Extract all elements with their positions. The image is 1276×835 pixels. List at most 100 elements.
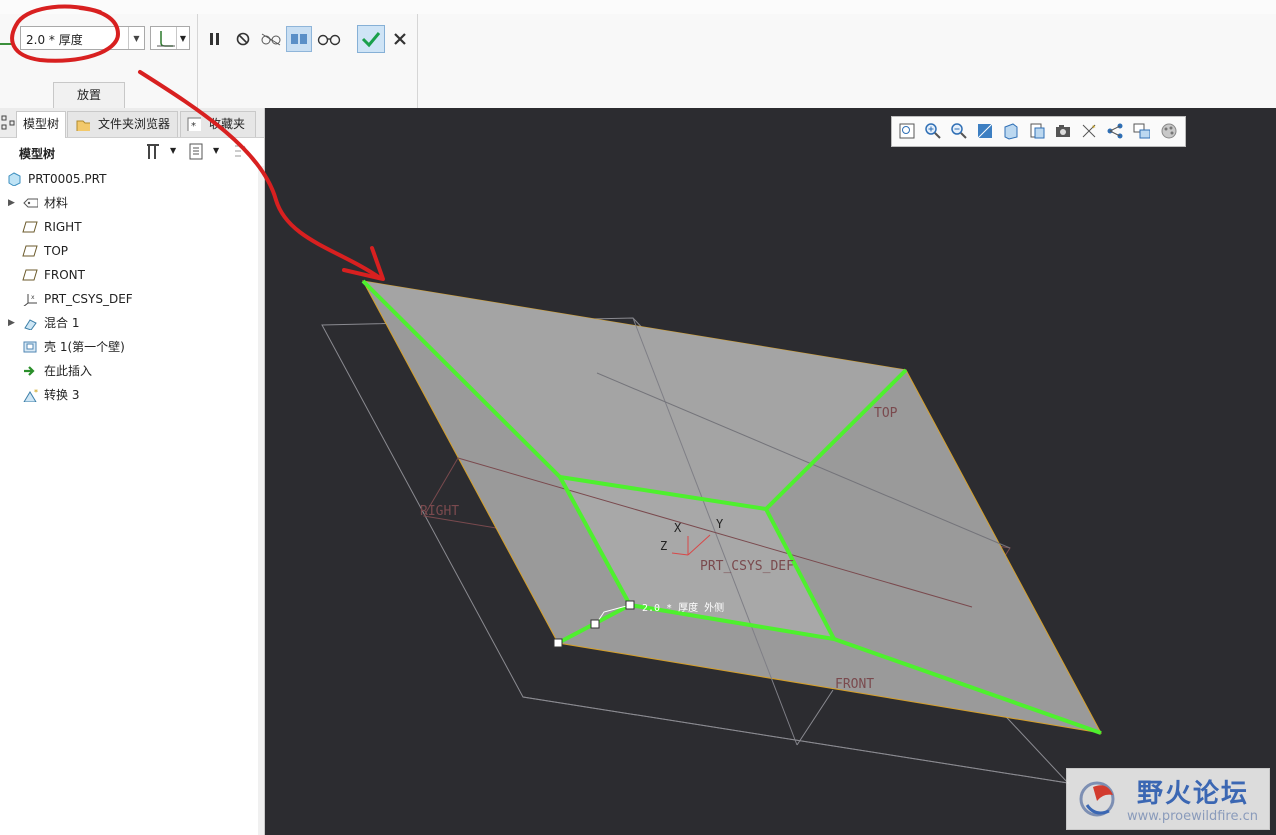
tree-item-front[interactable]: FRONT (0, 264, 262, 286)
chevron-down-icon[interactable]: ▼ (176, 27, 189, 49)
verify-preview-button[interactable] (316, 26, 342, 52)
zoom-in-icon[interactable] (924, 122, 942, 140)
tree-item-shell[interactable]: 壳 1(第一个壁) (0, 336, 262, 358)
thickness-dimension-label[interactable]: 2.0 * 厚度 外侧 (642, 601, 724, 614)
tab-label: 模型树 (23, 117, 60, 131)
drag-handle[interactable] (625, 600, 635, 610)
watermark-title: 野火论坛 (1137, 779, 1250, 809)
filter-icon[interactable] (232, 142, 254, 162)
zoom-out-icon[interactable] (950, 122, 968, 140)
separate-preview-button[interactable] (258, 26, 284, 52)
axis-label-z: Z (660, 539, 667, 553)
shell-icon (23, 341, 37, 353)
attached-preview-button[interactable] (286, 26, 312, 52)
close-icon (394, 33, 406, 45)
tree-item-label: 壳 1(第一个壁) (44, 340, 125, 354)
glasses-icon (317, 34, 341, 46)
ribbon-title-strip (0, 0, 1276, 14)
thickness-value: 2.0 * 厚度 (26, 33, 83, 47)
part-icon (8, 172, 21, 186)
datum-label-front: FRONT (835, 677, 874, 692)
tab-folder-browser[interactable]: 文件夹浏览器 (67, 111, 178, 137)
drag-handle[interactable] (590, 619, 600, 629)
chevron-down-icon[interactable]: ▼ (213, 146, 219, 155)
csys-icon: x (23, 294, 37, 306)
svg-text:*: * (1092, 124, 1096, 132)
tree-item-insert-here[interactable]: 在此插入 (0, 360, 262, 382)
csys-label: PRT_CSYS_DEF (700, 559, 794, 574)
preview-model-icon (291, 34, 307, 44)
watermark-url: www.proewildfire.cn (1127, 809, 1258, 824)
tree-item-convert[interactable]: * 转换 3 (0, 384, 262, 406)
tree-item-material[interactable]: ▶ 材料 (0, 192, 262, 214)
checkmark-icon (361, 32, 381, 48)
pause-button[interactable] (202, 26, 228, 52)
pause-icon (210, 33, 219, 45)
model-scene: X Y Z TOP RIGHT FRONT PRT_CSYS_DEF 2.0 *… (321, 279, 1102, 784)
preview-outline-icon (261, 33, 281, 46)
tree-item-right[interactable]: RIGHT (0, 216, 262, 238)
tab-model-tree[interactable]: 模型树 (16, 111, 66, 138)
refit-icon[interactable] (898, 122, 916, 140)
saved-orientations-icon[interactable] (1028, 122, 1046, 140)
tree-item-label: RIGHT (44, 220, 82, 234)
datum-display-icon[interactable]: * (1080, 122, 1098, 140)
show-list-icon[interactable] (187, 142, 209, 162)
annotation-display-icon[interactable] (1132, 122, 1150, 140)
favorites-icon: * (187, 117, 201, 131)
tab-placement[interactable]: 放置 (53, 82, 125, 108)
spin-center-icon[interactable] (1106, 122, 1124, 140)
display-style-icon[interactable] (1002, 122, 1020, 140)
datum-label-right: RIGHT (420, 504, 459, 519)
navigator-panel: 模型树 文件夹浏览器 * 收藏夹 模型树 ▼ ▼ PRT0005.PRT ▶ 材… (0, 108, 265, 835)
no-preview-button[interactable] (230, 26, 256, 52)
cancel-button[interactable] (387, 26, 413, 52)
expand-arrow-icon[interactable]: ▶ (8, 312, 15, 334)
tab-label: 收藏夹 (209, 117, 246, 131)
tab-favorites[interactable]: * 收藏夹 (180, 111, 256, 137)
svg-text:x: x (31, 294, 35, 301)
tree-item-top[interactable]: TOP (0, 240, 262, 262)
ribbon: 2.0 * 厚度 ▼ ▼ 放置 (0, 0, 1276, 109)
tree-settings-icon[interactable] (144, 142, 166, 162)
thickness-direction-button[interactable]: ▼ (150, 26, 190, 50)
view-manager-icon[interactable] (1054, 122, 1072, 140)
tree-item-label: PRT_CSYS_DEF (44, 292, 133, 306)
navigator-tabs: 模型树 文件夹浏览器 * 收藏夹 (0, 108, 264, 138)
tree-item-label: TOP (44, 244, 69, 258)
datum-plane-icon (22, 245, 38, 257)
panel-scrollbar[interactable] (258, 166, 264, 835)
drag-handle[interactable] (553, 638, 563, 648)
tree-item-csys[interactable]: x PRT_CSYS_DEF (0, 288, 262, 310)
tree-item-label: 在此插入 (44, 364, 93, 378)
convert-icon: * (23, 388, 38, 402)
confirm-button[interactable] (357, 25, 385, 53)
tree-header: 模型树 ▼ ▼ (0, 138, 264, 166)
thickness-input[interactable]: 2.0 * 厚度 ▼ (20, 26, 145, 50)
tree-item-label: PRT0005.PRT (28, 172, 107, 186)
ribbon-divider (417, 14, 418, 108)
folder-icon (76, 120, 90, 131)
datum-plane-icon (22, 269, 38, 281)
tree-item-blend[interactable]: ▶ 混合 1 (0, 312, 262, 334)
tab-label: 文件夹浏览器 (98, 117, 171, 131)
chevron-down-icon[interactable]: ▼ (128, 27, 144, 49)
axis-label-y: Y (716, 517, 724, 531)
appearance-gallery-icon[interactable] (1160, 122, 1178, 140)
svg-text:*: * (34, 388, 38, 397)
tree-grid-icon (1, 115, 15, 130)
forum-logo-icon (1079, 781, 1115, 817)
expand-arrow-icon[interactable]: ▶ (8, 192, 15, 214)
svg-text:*: * (191, 121, 196, 131)
repaint-icon[interactable] (976, 122, 994, 140)
graphics-viewport[interactable]: X Y Z TOP RIGHT FRONT PRT_CSYS_DEF 2.0 *… (265, 108, 1276, 835)
thickness-icon (0, 43, 12, 45)
flip-direction-icon (157, 31, 175, 47)
blend-icon (24, 319, 37, 330)
ribbon-divider (197, 14, 198, 108)
tree-item-part[interactable]: PRT0005.PRT (0, 168, 246, 190)
chevron-down-icon[interactable]: ▼ (170, 146, 176, 155)
datum-label-top: TOP (874, 406, 898, 421)
datum-edge (796, 689, 834, 746)
insert-arrow-icon (24, 366, 35, 376)
